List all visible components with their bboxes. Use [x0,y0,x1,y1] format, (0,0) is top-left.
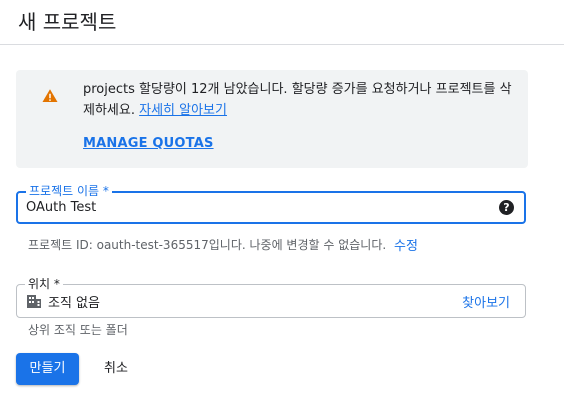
page-title: 새 프로젝트 [18,10,117,34]
project-name-label: 프로젝트 이름 * [26,183,112,199]
create-button[interactable]: 만들기 [16,353,79,385]
location-helper-text: 상위 조직 또는 폴더 [28,323,128,337]
quota-message: projects 할당량이 12개 남았습니다. 할당량 증가를 요청하거나 프… [83,79,523,121]
project-name-input[interactable] [26,200,486,215]
manage-quotas-link[interactable]: MANAGE QUOTAS [83,136,214,151]
location-field[interactable]: 위치 * 조직 없음 찾아보기 [16,276,526,318]
edit-project-id-link[interactable]: 수정 [394,235,418,254]
location-label: 위치 * [25,276,63,292]
building-icon [27,295,41,308]
location-value: 조직 없음 [48,296,100,311]
warning-icon [42,89,58,102]
project-name-field[interactable]: 프로젝트 이름 * ? [16,183,526,224]
header-divider [0,44,564,45]
browse-button[interactable]: 찾아보기 [462,292,510,311]
quota-notice: projects 할당량이 12개 남았습니다. 할당량 증가를 요청하거나 프… [16,70,528,168]
cancel-button[interactable]: 취소 [95,353,137,385]
project-id-text: 프로젝트 ID: oauth-test-365517입니다. 나중에 변경할 수… [28,238,387,252]
help-icon[interactable]: ? [499,200,514,215]
learn-more-link[interactable]: 자세히 알아보기 [139,103,227,118]
